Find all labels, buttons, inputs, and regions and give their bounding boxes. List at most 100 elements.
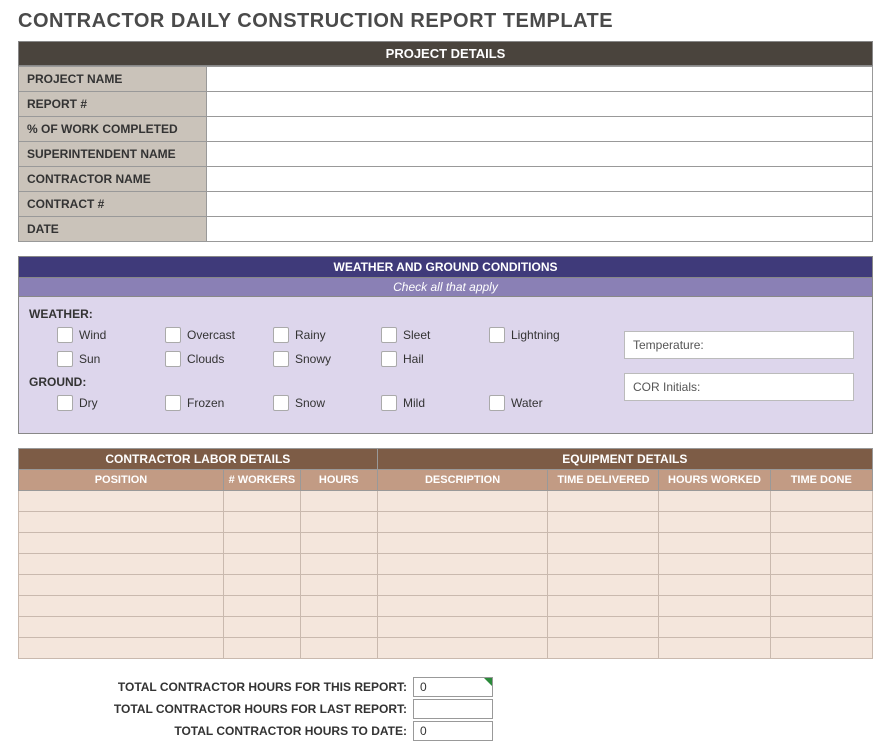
ground-frozen-label: Frozen [187,396,224,410]
table-cell[interactable] [223,491,300,512]
ground-dry-checkbox[interactable] [57,395,73,411]
pd-label-1: REPORT # [19,92,207,117]
pd-label-2: % OF WORK COMPLETED [19,117,207,142]
table-cell[interactable] [659,575,770,596]
table-cell[interactable] [659,491,770,512]
table-cell[interactable] [19,554,224,575]
table-cell[interactable] [770,596,873,617]
table-cell[interactable] [770,617,873,638]
ground-frozen-checkbox[interactable] [165,395,181,411]
table-cell[interactable] [377,554,548,575]
table-cell[interactable] [770,638,873,659]
table-cell[interactable] [770,491,873,512]
table-cell[interactable] [377,596,548,617]
pd-value-5[interactable] [206,192,872,217]
table-cell[interactable] [223,617,300,638]
table-cell[interactable] [300,596,377,617]
table-cell[interactable] [770,533,873,554]
weather-overcast-label: Overcast [187,328,235,342]
table-cell[interactable] [659,596,770,617]
table-cell[interactable] [300,575,377,596]
equipment-header: EQUIPMENT DETAILS [377,449,872,470]
table-cell[interactable] [19,533,224,554]
total-value-0[interactable]: 0 [413,677,493,697]
table-cell[interactable] [659,617,770,638]
weather-sun-label: Sun [79,352,100,366]
ground-snow-checkbox[interactable] [273,395,289,411]
pd-value-1[interactable] [206,92,872,117]
table-cell[interactable] [223,533,300,554]
weather-rainy-checkbox[interactable] [273,327,289,343]
pd-value-4[interactable] [206,167,872,192]
ground-mild-checkbox[interactable] [381,395,397,411]
table-cell[interactable] [19,596,224,617]
pd-value-6[interactable] [206,217,872,242]
weather-clouds-label: Clouds [187,352,224,366]
table-cell[interactable] [300,512,377,533]
table-cell[interactable] [548,491,659,512]
table-cell[interactable] [659,638,770,659]
table-cell[interactable] [300,617,377,638]
table-cell[interactable] [300,533,377,554]
weather-snowy-checkbox[interactable] [273,351,289,367]
table-cell[interactable] [377,512,548,533]
table-cell[interactable] [377,617,548,638]
table-cell[interactable] [659,554,770,575]
table-cell[interactable] [548,512,659,533]
weather-sleet-label: Sleet [403,328,430,342]
weather-clouds-checkbox[interactable] [165,351,181,367]
total-value-1[interactable] [413,699,493,719]
table-cell[interactable] [548,533,659,554]
weather-sleet-checkbox[interactable] [381,327,397,343]
table-cell[interactable] [300,554,377,575]
weather-hail-checkbox[interactable] [381,351,397,367]
table-cell[interactable] [770,512,873,533]
weather-body: WEATHER: Wind Overcast Rainy Sleet Light… [18,296,873,434]
cor-initials-field[interactable]: COR Initials: [624,373,854,401]
weather-sun-checkbox[interactable] [57,351,73,367]
table-cell[interactable] [377,575,548,596]
table-cell[interactable] [19,638,224,659]
table-cell[interactable] [223,512,300,533]
pd-label-0: PROJECT NAME [19,67,207,92]
table-cell[interactable] [377,533,548,554]
weather-rainy-label: Rainy [295,328,326,342]
table-cell[interactable] [223,596,300,617]
table-cell[interactable] [223,554,300,575]
pd-label-5: CONTRACT # [19,192,207,217]
table-cell[interactable] [223,575,300,596]
weather-wind-checkbox[interactable] [57,327,73,343]
pd-label-3: SUPERINTENDENT NAME [19,142,207,167]
ground-dry-label: Dry [79,396,98,410]
table-cell[interactable] [19,617,224,638]
table-cell[interactable] [19,491,224,512]
table-cell[interactable] [659,512,770,533]
table-cell[interactable] [548,575,659,596]
pd-value-0[interactable] [206,67,872,92]
pd-value-3[interactable] [206,142,872,167]
project-details-header: PROJECT DETAILS [18,41,873,66]
table-cell[interactable] [548,554,659,575]
weather-overcast-checkbox[interactable] [165,327,181,343]
table-cell[interactable] [19,512,224,533]
project-details-table: PROJECT NAME REPORT # % OF WORK COMPLETE… [18,66,873,242]
table-cell[interactable] [19,575,224,596]
weather-header: WEATHER AND GROUND CONDITIONS [18,256,873,278]
ground-water-checkbox[interactable] [489,395,505,411]
weather-lightning-checkbox[interactable] [489,327,505,343]
temperature-field[interactable]: Temperature: [624,331,854,359]
table-cell[interactable] [377,491,548,512]
table-cell[interactable] [659,533,770,554]
table-cell[interactable] [548,617,659,638]
table-cell[interactable] [548,596,659,617]
table-cell[interactable] [300,491,377,512]
table-cell[interactable] [770,575,873,596]
table-cell[interactable] [377,638,548,659]
table-cell[interactable] [300,638,377,659]
pd-value-2[interactable] [206,117,872,142]
pd-label-6: DATE [19,217,207,242]
total-value-2[interactable]: 0 [413,721,493,741]
table-cell[interactable] [223,638,300,659]
table-cell[interactable] [548,638,659,659]
table-cell[interactable] [770,554,873,575]
